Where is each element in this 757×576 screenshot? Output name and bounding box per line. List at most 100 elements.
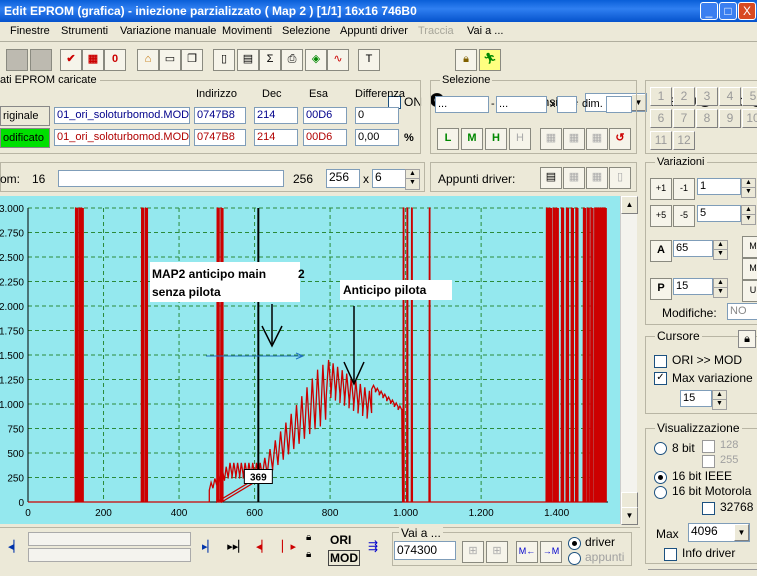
selezione-from-input[interactable]: ...: [435, 96, 489, 113]
numpad-key-7[interactable]: 7: [673, 109, 695, 128]
appunti-paste-icon[interactable]: ▦: [563, 167, 585, 189]
sel-h2-icon[interactable]: H: [509, 128, 531, 150]
graph-icon[interactable]: ∿: [327, 49, 349, 71]
h-scroll-1[interactable]: [28, 532, 191, 546]
numpad-key-10[interactable]: 10: [742, 109, 757, 128]
radio-16bit-motorola[interactable]: [654, 486, 667, 499]
print-icon[interactable]: ⎙: [281, 49, 303, 71]
chart-vscrollbar[interactable]: ▲ ▼: [620, 196, 638, 525]
max-variazione-checkbox[interactable]: ✓: [654, 372, 667, 385]
zoom-mult-input[interactable]: 6: [372, 169, 406, 188]
numpad-key-5[interactable]: 5: [742, 87, 757, 106]
menu-finestre[interactable]: Finestre: [10, 25, 50, 37]
disabled-tool-icon[interactable]: [30, 49, 52, 71]
scroll-thumb[interactable]: [621, 492, 638, 508]
ori-lock-icon[interactable]: 🔒︎: [306, 532, 322, 546]
copy-icon[interactable]: ❐: [181, 49, 203, 71]
grid-icon[interactable]: ▤: [237, 49, 259, 71]
numpad-key-4[interactable]: 4: [719, 87, 741, 106]
lock-icon[interactable]: 🔒︎: [738, 330, 756, 348]
run-icon[interactable]: 🏃︎: [479, 49, 501, 71]
text-icon[interactable]: T: [358, 49, 380, 71]
chevron-down-icon[interactable]: ▼: [734, 524, 749, 541]
minimize-button[interactable]: _: [700, 2, 718, 20]
ori-label[interactable]: ORI: [330, 533, 351, 547]
menu-selezione[interactable]: Selezione: [282, 25, 330, 37]
mark-left-icon[interactable]: M←: [516, 541, 538, 563]
var-m2-icon[interactable]: M: [742, 258, 757, 280]
max-variazione-input[interactable]: 15: [680, 390, 712, 407]
appunti-clear-icon[interactable]: ▯: [609, 167, 631, 189]
radio-16bit-ieee[interactable]: [654, 471, 667, 484]
fast-forward-icon[interactable]: ▸▸▏: [226, 540, 248, 556]
cut-disabled-icon[interactable]: ▦: [586, 128, 608, 150]
radio-driver[interactable]: [568, 537, 581, 550]
vai-input[interactable]: 074300: [394, 541, 456, 560]
appunti-cut-icon[interactable]: ▦: [586, 167, 608, 189]
spin-down-icon[interactable]: ▼: [713, 249, 728, 260]
goto2-disabled-icon[interactable]: ⊞: [486, 541, 508, 563]
numpad-key-1[interactable]: 1: [650, 87, 672, 106]
ori-mod-checkbox[interactable]: [654, 355, 667, 368]
var-u-icon[interactable]: U: [742, 280, 757, 302]
modificato-button[interactable]: odificato: [0, 128, 50, 148]
phone-icon[interactable]: ▯: [213, 49, 235, 71]
chart-area[interactable]: 0 250 500 750 1.000 1.250 1.500 1.750 2.000 2.250…: [0, 196, 620, 524]
dim-input[interactable]: [606, 96, 632, 113]
sigma-icon[interactable]: Σ: [259, 49, 281, 71]
var-m-icon[interactable]: M: [742, 236, 757, 258]
numpad-key-12[interactable]: 12: [673, 131, 695, 150]
info-driver-checkbox[interactable]: [664, 548, 677, 561]
copy-disabled-icon[interactable]: ▦: [540, 128, 562, 150]
numpad-key-11[interactable]: 11: [650, 131, 672, 150]
spin-down-icon[interactable]: ▼: [741, 214, 756, 225]
originale-button[interactable]: riginale: [0, 106, 50, 126]
calc-icon[interactable]: ▦: [82, 49, 104, 71]
scroll-down-icon[interactable]: ▼: [621, 507, 638, 525]
maximize-button[interactable]: □: [719, 2, 737, 20]
var-step1-input[interactable]: 1: [697, 178, 741, 195]
radio-appunti[interactable]: [568, 552, 581, 565]
next-icon[interactable]: ▸▏: [200, 540, 218, 556]
home-icon[interactable]: ⌂: [137, 49, 159, 71]
compare-icon[interactable]: ⇶: [364, 539, 382, 557]
var-p-icon[interactable]: P: [650, 278, 672, 300]
spin-down-icon[interactable]: ▼: [405, 178, 420, 190]
spin-down-icon[interactable]: ▼: [741, 187, 756, 198]
var-minus5-icon[interactable]: -5: [673, 205, 695, 227]
appunti-copy-icon[interactable]: ▤: [540, 167, 562, 189]
sel-h-icon[interactable]: H: [485, 128, 507, 150]
var-plus5-icon[interactable]: +5: [650, 205, 672, 227]
first-icon[interactable]: ◂▏: [6, 540, 24, 556]
sel-l-icon[interactable]: L: [437, 128, 459, 150]
numpad-key-2[interactable]: 2: [673, 87, 695, 106]
numpad-key-8[interactable]: 8: [696, 109, 718, 128]
var-minus-icon[interactable]: -1: [673, 178, 695, 200]
sel-m-icon[interactable]: M: [461, 128, 483, 150]
numpad-key-3[interactable]: 3: [696, 87, 718, 106]
var-p-input[interactable]: 15: [673, 278, 713, 295]
numpad-key-6[interactable]: 6: [650, 109, 672, 128]
spin-down-icon[interactable]: ▼: [713, 287, 728, 298]
window-icon[interactable]: ▭: [159, 49, 181, 71]
spin-down-icon[interactable]: ▼: [712, 399, 727, 410]
zoom-slider[interactable]: [58, 170, 284, 187]
checkbox-255[interactable]: [702, 455, 715, 468]
selezione-to-input[interactable]: ...: [496, 96, 547, 113]
map-icon[interactable]: ◈: [305, 49, 327, 71]
var-a-input[interactable]: 65: [673, 240, 713, 257]
lock-icon[interactable]: 🔒︎: [455, 49, 477, 71]
menu-vai-a[interactable]: Vai a ...: [467, 25, 503, 37]
scroll-up-icon[interactable]: ▲: [621, 196, 638, 214]
mod-lock-icon[interactable]: 🔒︎: [306, 549, 322, 563]
marker-left-icon[interactable]: ◂▏: [252, 540, 274, 556]
mod-label[interactable]: MOD: [328, 550, 360, 566]
close-button[interactable]: X: [738, 2, 756, 20]
var-plus-icon[interactable]: +1: [650, 178, 672, 200]
mark-right-icon[interactable]: →M: [540, 541, 562, 563]
numpad-key-9[interactable]: 9: [719, 109, 741, 128]
checkbox-128[interactable]: [702, 440, 715, 453]
var-step2-input[interactable]: 5: [697, 205, 741, 222]
h-scroll-2[interactable]: [28, 548, 191, 562]
menu-traccia[interactable]: Traccia: [418, 25, 454, 37]
